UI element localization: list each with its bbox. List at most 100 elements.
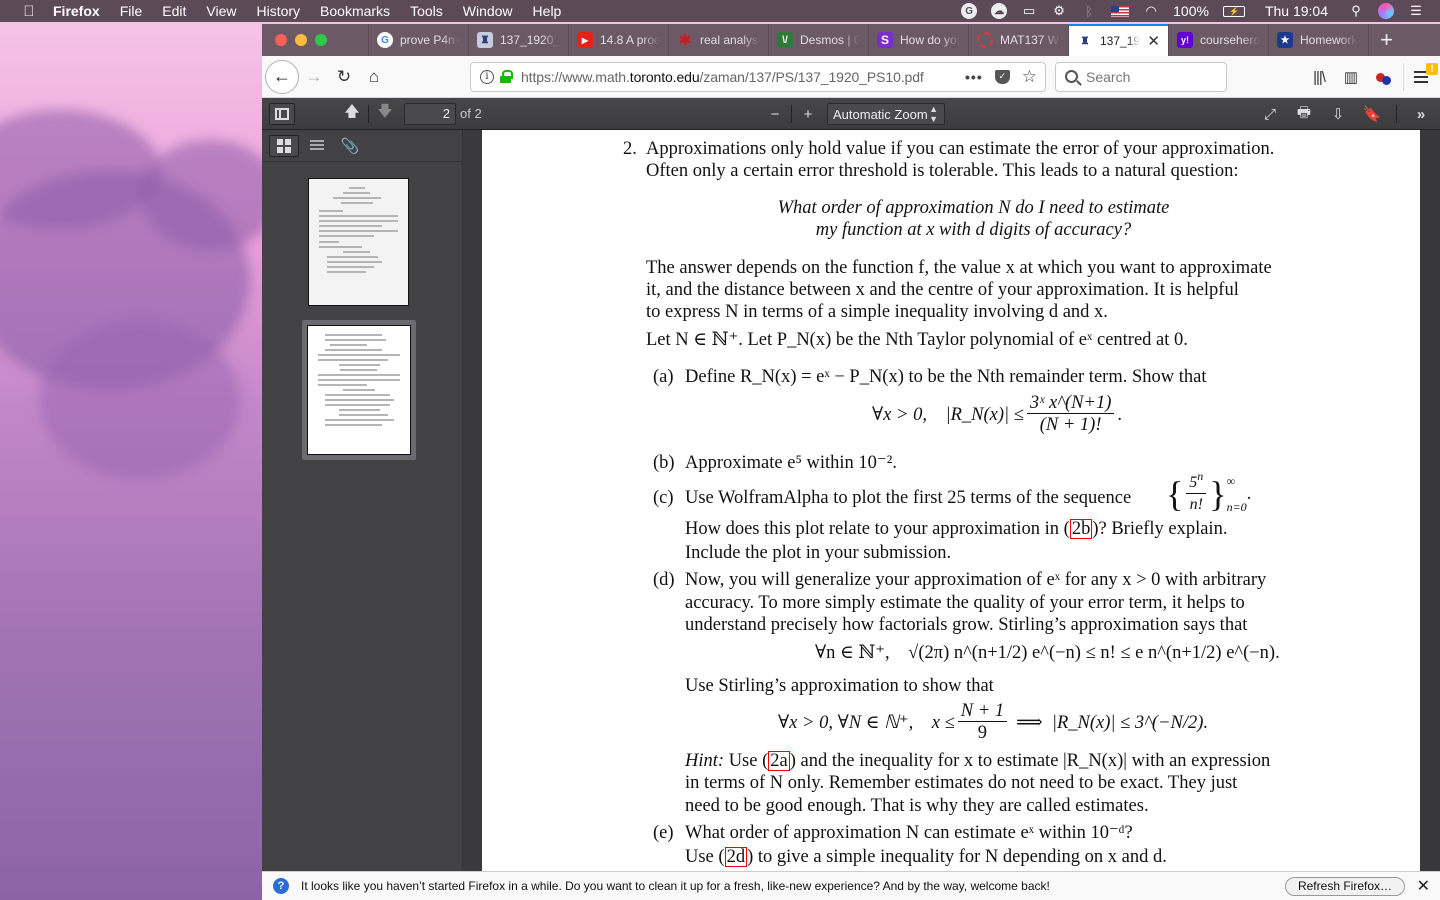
tab-desmos[interactable]: \/ Desmos | G — [768, 24, 868, 56]
menu-window[interactable]: Window — [463, 3, 513, 19]
bookmark-current-view-button[interactable]: 🔖 — [1359, 103, 1385, 125]
page-thumbnail-2-selected[interactable] — [302, 320, 416, 460]
toggle-sidebar-button[interactable] — [269, 102, 295, 125]
apple-menu-icon[interactable]:  — [19, 3, 39, 20]
part-a-denominator: (N + 1)! — [1039, 415, 1102, 435]
zoom-in-button[interactable]: + — [795, 103, 821, 125]
tab-137-1920-active[interactable]: ♜ 137_1920 ✕ — [1068, 24, 1168, 56]
us-flag-input-icon[interactable] — [1111, 5, 1130, 17]
page-number-input[interactable]: 2 — [404, 102, 456, 125]
part-a-eq-left: ∀x > 0, |R_N(x)| ≤ — [872, 404, 1024, 425]
secure-lock-icon[interactable] — [500, 70, 513, 83]
tab-137-1920-ps[interactable]: ♜ 137_1920_PS — [468, 24, 568, 56]
search-input[interactable]: Search — [1055, 61, 1227, 92]
tab-label: MAT137 We — [1000, 33, 1060, 47]
part-e-label: (e) — [653, 823, 674, 843]
outline-view-button[interactable] — [302, 135, 332, 157]
zoom-window-button[interactable] — [315, 34, 327, 46]
pdf-sidebar: 📎 — [262, 130, 462, 871]
airplay-icon[interactable]: ▭ — [1021, 3, 1037, 19]
pdf-viewer-toolbar: 🡅 🡇 2 of 2 − + Automatic Zoom ▲ ▼ ⤢ 🖶 ⇩ 🔖 … — [262, 98, 1440, 130]
site-info-icon[interactable]: i — [480, 69, 494, 84]
presentation-mode-button[interactable]: ⤢ — [1257, 103, 1283, 125]
minimize-window-button[interactable] — [295, 34, 307, 46]
url-text[interactable]: https://www.math.toronto.edu/zaman/137/P… — [521, 69, 924, 85]
download-button[interactable]: ⇩ — [1325, 103, 1351, 125]
home-button[interactable]: ⌂ — [359, 62, 389, 92]
close-window-button[interactable] — [275, 34, 287, 46]
hamburger-menu-icon: ! — [1408, 63, 1440, 87]
macos-menu-bar:  Firefox File Edit View History Bookmar… — [0, 0, 1440, 22]
library-icon[interactable]: |||\ — [1303, 69, 1335, 86]
open-menu-button[interactable]: ! — [1408, 63, 1440, 87]
link-ref-2a[interactable]: 2a — [768, 751, 790, 771]
link-ref-2b[interactable]: 2b — [1069, 519, 1093, 539]
tab-prove-p4n[interactable]: G prove P4n+ — [368, 24, 468, 56]
thumbnails-view-button[interactable] — [269, 134, 299, 157]
navigation-toolbar: ← → ↻ ⌂ i https://www.math.toronto.edu/z… — [262, 56, 1440, 98]
tab-real-analysis[interactable]: ✱ real analysis — [668, 24, 768, 56]
tab-homework[interactable]: ★ Homework — [1268, 24, 1368, 56]
menu-view[interactable]: View — [206, 3, 236, 19]
refresh-firefox-button[interactable]: Refresh Firefox… — [1284, 876, 1405, 896]
page-count-label: of 2 — [460, 106, 482, 121]
paragraph-line-1: The answer depends on the function f, th… — [646, 258, 1272, 278]
battery-charging-icon[interactable]: ⚡ — [1222, 5, 1245, 17]
menu-tools[interactable]: Tools — [410, 3, 443, 19]
print-button[interactable]: 🖶 — [1291, 103, 1317, 125]
toolbar-separator — [1403, 63, 1404, 91]
menu-help[interactable]: Help — [533, 3, 562, 19]
bookmark-star-icon[interactable]: ☆ — [1022, 67, 1037, 87]
notification-center-icon[interactable]: ☰ — [1408, 3, 1424, 19]
menu-bookmarks[interactable]: Bookmarks — [320, 3, 390, 19]
spotlight-search-icon[interactable]: ⚲ — [1348, 3, 1364, 19]
menu-edit[interactable]: Edit — [162, 3, 186, 19]
new-tab-button[interactable]: + — [1368, 24, 1404, 56]
tab-coursehero[interactable]: y! coursehero — [1168, 24, 1268, 56]
menu-file[interactable]: File — [120, 3, 143, 19]
part-c-sequence: { 5n n! } ∞ n=0. — [1166, 468, 1251, 520]
tab-how-do-you[interactable]: S How do you — [868, 24, 968, 56]
notification-message: It looks like you haven’t started Firefo… — [301, 879, 1050, 893]
previous-page-button[interactable]: 🡅 — [339, 103, 365, 125]
youtube-icon: ▶ — [577, 32, 593, 48]
bluetooth-icon[interactable]: ᛒ — [1081, 3, 1097, 19]
search-placeholder: Search — [1086, 68, 1131, 85]
close-notification-icon[interactable]: ✕ — [1417, 876, 1430, 896]
part-c-line-2: How does this plot relate to your approx… — [685, 519, 1228, 539]
desmos-icon: \/ — [777, 32, 793, 48]
toolbar-divider — [368, 104, 369, 123]
link-ref-2d[interactable]: 2d — [724, 847, 748, 867]
pocket-icon[interactable]: ✓ — [994, 69, 1010, 84]
url-bar[interactable]: i https://www.math.toronto.edu/zaman/137… — [470, 61, 1046, 92]
siri-icon[interactable] — [1378, 3, 1394, 19]
sidebars-icon[interactable]: ▥ — [1335, 68, 1367, 86]
page-actions-icon[interactable]: ••• — [965, 69, 983, 85]
tab-mat137[interactable]: MAT137 We — [968, 24, 1068, 56]
next-page-button[interactable]: 🡇 — [372, 103, 398, 125]
page-thumbnail-1[interactable] — [308, 178, 409, 306]
zoom-out-button[interactable]: − — [762, 103, 788, 125]
search-icon — [1065, 70, 1078, 83]
extension-molecule-icon[interactable] — [1367, 70, 1399, 85]
reload-button[interactable]: ↻ — [329, 62, 359, 92]
cloud-icon[interactable]: ☁ — [991, 3, 1008, 19]
sidebar-resizer[interactable] — [462, 130, 482, 871]
attachments-view-button[interactable]: 📎 — [335, 135, 365, 157]
vertical-scrollbar[interactable] — [1420, 130, 1440, 871]
close-tab-icon[interactable]: ✕ — [1147, 32, 1160, 50]
menu-app-firefox[interactable]: Firefox — [53, 3, 100, 19]
forward-button[interactable]: → — [299, 62, 329, 92]
tab-youtube-14-8[interactable]: ▶ 14.8 A proo — [568, 24, 668, 56]
back-button[interactable]: ← — [265, 59, 299, 94]
steelseries-icon[interactable]: ⚙ — [1051, 3, 1067, 19]
menu-history[interactable]: History — [256, 3, 300, 19]
part-c-text: Use WolframAlpha to plot the first 25 te… — [685, 488, 1132, 508]
uoft-crest-icon: ♜ — [477, 32, 493, 48]
grammarly-icon[interactable]: G — [961, 3, 978, 19]
wifi-icon[interactable]: ◠ — [1143, 3, 1159, 19]
menubar-clock[interactable]: Thu 19:04 — [1265, 3, 1328, 19]
zoom-select[interactable]: Automatic Zoom ▲ ▼ — [827, 103, 945, 125]
tools-menu-button[interactable]: » — [1408, 103, 1434, 125]
intro-line-1: Approximations only hold value if you ca… — [646, 139, 1275, 159]
